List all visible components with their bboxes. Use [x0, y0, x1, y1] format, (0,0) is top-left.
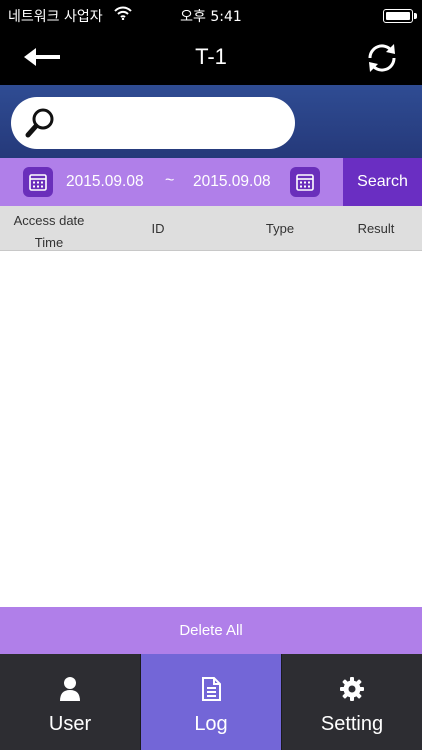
- start-date-calendar-button[interactable]: [23, 167, 53, 197]
- tab-log-label: Log: [194, 713, 228, 735]
- navigation-bar: T-1: [0, 30, 422, 85]
- search-icon: [25, 107, 57, 139]
- status-bar: 네트워크 사업자 오후 5:41: [0, 0, 422, 30]
- end-date-calendar-button[interactable]: [290, 167, 320, 197]
- delete-all-button[interactable]: Delete All: [0, 607, 422, 654]
- column-access-date-label: Access date: [13, 213, 85, 228]
- tab-log[interactable]: Log: [141, 654, 281, 750]
- tab-setting[interactable]: Setting: [282, 654, 422, 750]
- end-date[interactable]: 2015.09.08: [193, 173, 271, 191]
- table-header: Access date Time ID Type Result: [0, 206, 422, 251]
- column-id: ID: [151, 221, 165, 236]
- calendar-icon: [29, 174, 47, 191]
- search-box[interactable]: [11, 97, 295, 149]
- tab-bar: User Log Setting: [0, 654, 422, 750]
- document-icon: [141, 676, 281, 702]
- tab-user[interactable]: User: [0, 654, 140, 750]
- date-separator: ~: [165, 172, 175, 189]
- search-area: [0, 85, 422, 158]
- search-button[interactable]: Search: [343, 158, 422, 206]
- tab-user-label: User: [48, 713, 92, 735]
- user-icon: [0, 676, 140, 702]
- column-result: Result: [357, 221, 395, 236]
- page-title: T-1: [195, 44, 227, 69]
- calendar-icon: [296, 174, 314, 191]
- search-input[interactable]: [65, 107, 285, 139]
- log-list[interactable]: [0, 251, 422, 607]
- status-time: 오후 5:41: [180, 9, 242, 25]
- column-type: Type: [265, 221, 295, 236]
- column-access-date: Access date Time: [0, 210, 98, 254]
- battery-icon: [383, 9, 417, 23]
- refresh-icon[interactable]: [364, 40, 400, 76]
- date-filter-bar: 2015.09.08 ~ 2015.09.08 Search: [0, 158, 422, 206]
- gear-icon: [282, 676, 422, 702]
- start-date[interactable]: 2015.09.08: [66, 173, 144, 191]
- tab-setting-label: Setting: [320, 713, 384, 735]
